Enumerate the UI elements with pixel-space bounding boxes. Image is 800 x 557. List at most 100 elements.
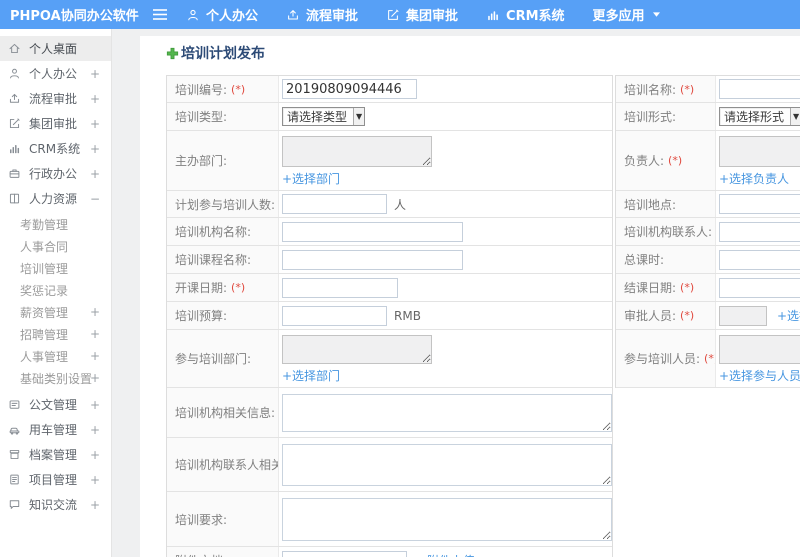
chart-icon <box>486 8 500 22</box>
field-label-training-org-contact: 培训机构联系人: <box>616 218 716 245</box>
home-icon <box>8 42 23 55</box>
start-date-input[interactable] <box>282 277 398 298</box>
form-row-host-department: 主办部门: +选择部门 <box>167 131 612 191</box>
sidebar-item-project-mgmt[interactable]: 项目管理 + <box>0 467 111 492</box>
training-org-contact-input[interactable] <box>719 221 800 242</box>
sidebar-subitem-training-mgmt[interactable]: 培训管理 <box>0 257 111 279</box>
field-cell-participants: +选择参与人员 <box>716 330 800 387</box>
expand-plus-icon: + <box>89 141 100 156</box>
add-plus-icon <box>166 47 179 60</box>
sidebar-subitem-recruitment-mgmt[interactable]: 招聘管理 + <box>0 323 111 345</box>
topbar-nav-label: 个人办公 <box>206 9 259 24</box>
end-date-input[interactable] <box>719 277 800 298</box>
topbar-nav-item-crm-system[interactable]: CRM系统 <box>486 5 565 24</box>
form-row-training-form: 培训形式: 请选择形式 ▼ <box>616 103 800 131</box>
expand-plus-icon: + <box>89 327 100 341</box>
training-form-select[interactable]: 请选择形式 ▼ <box>719 107 800 126</box>
attachment-doc-input[interactable] <box>282 550 407 557</box>
topbar-nav-item-group-approval[interactable]: 集团审批 <box>386 5 458 24</box>
sidebar-item-human-resources[interactable]: 人力资源 − <box>0 186 111 211</box>
form-row-end-date: 结课日期: (*) <box>616 274 800 302</box>
sidebar-subitem-salary-mgmt[interactable]: 薪资管理 + <box>0 301 111 323</box>
sidebar-item-workflow-approval[interactable]: 流程审批 + <box>0 86 111 111</box>
sidebar-subitem-reward-records[interactable]: 奖惩记录 <box>0 279 111 301</box>
planned-participants-unit-label: 人 <box>394 197 407 212</box>
field-label-leader: 负责人: (*) <box>616 131 716 190</box>
training-course-name-input[interactable] <box>282 249 463 270</box>
participants-picker-link[interactable]: +选择参与人员 <box>719 367 800 384</box>
topbar-nav-item-more-apps[interactable]: 更多应用 <box>593 5 661 24</box>
leader-picker-link[interactable]: +选择负责人 <box>719 170 789 187</box>
sidebar-item-group-approval[interactable]: 集团审批 + <box>0 111 111 136</box>
label-text: 主办部门: <box>175 154 228 168</box>
main-panel: 培训计划发布 培训编号:(*)培训类型:请选择类型▼主办部门:+选择部门计划参与… <box>140 36 800 557</box>
topbar-nav-item-workflow-approval[interactable]: 流程审批 <box>286 5 358 24</box>
training-requirements-textarea[interactable] <box>282 497 612 541</box>
label-text: 培训地点: <box>624 197 677 212</box>
hamburger-menu-icon[interactable] <box>152 8 168 21</box>
sidebar-item-label: CRM系统 <box>29 142 81 156</box>
host-department-picker-link[interactable]: +选择部门 <box>282 170 340 187</box>
field-label-participants: 参与培训人员:(*) <box>616 330 716 387</box>
expand-plus-icon: + <box>89 447 100 462</box>
label-text: 负责人: <box>624 154 665 168</box>
host-department-selected-box[interactable] <box>282 136 432 167</box>
sidebar-subitem-label: 人事合同 <box>20 239 69 254</box>
sidebar-item-vehicle-mgmt[interactable]: 用车管理 + <box>0 417 111 442</box>
label-text: 审批人员: <box>624 309 677 323</box>
select-value: 请选择类型 <box>287 110 348 124</box>
field-cell-end-date <box>716 274 800 301</box>
sidebar-item-archive-mgmt[interactable]: 档案管理 + <box>0 442 111 467</box>
sidebar-subitem-base-category-settings[interactable]: 基础类别设置 + <box>0 367 111 389</box>
form-row-training-org-info: 培训机构相关信息: <box>167 388 612 438</box>
sidebar-item-personal-desktop[interactable]: 个人桌面 <box>0 36 111 61</box>
sidebar-subitem-personnel-mgmt[interactable]: 人事管理 + <box>0 345 111 367</box>
approvers-picker-link[interactable]: +选择审批人员 <box>777 307 800 324</box>
field-label-training-course-name: 培训课程名称: <box>167 246 279 273</box>
sidebar-subitem-hr-contract[interactable]: 人事合同 <box>0 235 111 257</box>
training-type-select[interactable]: 请选择类型 ▼ <box>282 107 366 126</box>
planned-participants-input[interactable] <box>282 194 387 214</box>
form-row-training-requirements: 培训要求: <box>167 492 612 547</box>
training-org-name-input[interactable] <box>282 221 463 242</box>
sidebar-item-admin-office[interactable]: 行政办公 + <box>0 161 111 186</box>
sidebar-item-personal-office[interactable]: 个人办公 + <box>0 61 111 86</box>
total-hours-input[interactable] <box>719 249 800 270</box>
participating-departments-picker-link[interactable]: +选择部门 <box>282 367 340 384</box>
training-org-contact-info-textarea[interactable] <box>282 443 612 486</box>
topbar-nav-item-personal-office[interactable]: 个人办公 <box>186 5 258 24</box>
sidebar-subitem-label: 培训管理 <box>20 261 69 276</box>
sidebar-item-knowledge-exchange[interactable]: 知识交流 + <box>0 492 111 517</box>
field-cell-host-department: +选择部门 <box>279 131 612 190</box>
sidebar-item-document-mgmt[interactable]: 公文管理 + <box>0 392 111 417</box>
expand-plus-icon: + <box>89 66 100 81</box>
leader-selected-box[interactable] <box>719 136 800 167</box>
field-cell-training-no <box>279 76 612 102</box>
sidebar: 个人桌面 个人办公 + 流程审批 + 集团审批 + CRM系统 + 行政办公 + 人力资源 − 考勤管理人… <box>0 29 112 557</box>
training-org-info-textarea[interactable] <box>282 393 612 432</box>
approvers-selected-box[interactable] <box>719 305 767 326</box>
training-budget-input[interactable] <box>282 305 387 326</box>
training-no-input[interactable] <box>282 79 417 99</box>
select-arrow-icon: ▼ <box>790 108 800 125</box>
expand-plus-icon: + <box>89 397 100 412</box>
training-name-input[interactable] <box>719 79 800 99</box>
expand-plus-icon: + <box>89 349 100 363</box>
attachment-doc-link[interactable]: +附件上传 <box>417 552 475 557</box>
sidebar-item-crm-system[interactable]: CRM系统 + <box>0 136 111 161</box>
sidebar-subitem-attendance-mgmt[interactable]: 考勤管理 <box>0 213 111 235</box>
sidebar-subitem-label: 薪资管理 <box>20 305 69 320</box>
required-mark: (*) <box>231 82 246 96</box>
required-mark: (*) <box>704 352 715 365</box>
participants-selected-box[interactable] <box>719 335 800 364</box>
expand-plus-icon: + <box>89 497 100 512</box>
form-row-total-hours: 总课时: <box>616 246 800 274</box>
form-table-left: 培训编号:(*)培训类型:请选择类型▼主办部门:+选择部门计划参与培训人数:(*… <box>166 75 613 557</box>
participating-departments-selected-box[interactable] <box>282 335 432 364</box>
sidebar-subitem-label: 考勤管理 <box>20 217 69 232</box>
form-row-training-no: 培训编号: (*) <box>167 76 612 103</box>
required-mark: (*) <box>680 82 695 96</box>
required-mark: (*) <box>680 281 695 294</box>
training-location-input[interactable] <box>719 194 800 214</box>
sidebar-item-label: 项目管理 <box>29 473 78 487</box>
